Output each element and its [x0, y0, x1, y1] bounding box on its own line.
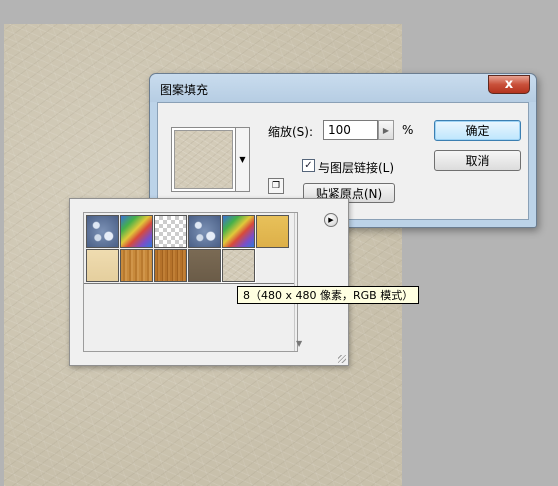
resize-grip-icon[interactable]	[338, 355, 346, 363]
close-icon: x	[504, 77, 514, 92]
pattern-tooltip: 8（480 x 480 像素，RGB 模式）	[237, 286, 420, 304]
scale-unit: %	[402, 123, 414, 137]
pattern-tile-tie-dye[interactable]	[222, 215, 255, 248]
scale-label: 缩放(S):	[268, 125, 314, 139]
checkmark-icon: ✓	[304, 160, 313, 171]
pattern-grid	[83, 212, 298, 352]
pattern-dropdown-button[interactable]: ▼	[236, 127, 250, 192]
close-button[interactable]: x	[488, 75, 530, 94]
caret-right-icon: ▶	[382, 125, 390, 135]
pattern-preview-swatch	[174, 130, 233, 189]
scale-input[interactable]	[323, 120, 378, 140]
pattern-tile-cream[interactable]	[86, 249, 119, 282]
link-with-layer-label[interactable]: 与图层链接(L)	[318, 159, 394, 176]
menu-arrow-icon: ▶	[328, 216, 334, 224]
caret-down-icon: ▼	[239, 155, 246, 164]
pattern-tile-tie-dye[interactable]	[120, 215, 153, 248]
link-with-layer-checkbox[interactable]: ✓	[302, 159, 315, 172]
pattern-tile-yellow[interactable]	[256, 215, 289, 248]
pattern-tile-brown[interactable]	[188, 249, 221, 282]
dialog-title: 图案填充	[160, 83, 209, 97]
pattern-tile-bubbles[interactable]	[188, 215, 221, 248]
picker-scrollbar[interactable]	[294, 213, 297, 351]
scroll-down-icon[interactable]: ▼	[296, 339, 302, 348]
dialog-titlebar[interactable]: 图案填充 x	[150, 74, 536, 102]
picker-menu-button[interactable]: ▶	[324, 213, 338, 227]
new-preset-icon: ❐	[271, 181, 281, 191]
pattern-tile-paper[interactable]	[221, 248, 256, 283]
new-preset-button[interactable]: ❐	[268, 178, 284, 194]
grid-divider	[84, 283, 294, 284]
scale-slider-button[interactable]: ▶	[378, 120, 394, 140]
pattern-tile-wood-dark[interactable]	[154, 249, 187, 282]
pattern-picker-popup: ▼ ▶	[69, 198, 349, 366]
ok-button[interactable]: 确定	[434, 120, 521, 141]
pattern-tile-wood-light[interactable]	[120, 249, 153, 282]
pattern-tile-bubbles[interactable]	[86, 215, 119, 248]
pattern-preview[interactable]	[171, 127, 236, 192]
pattern-tile-transparent[interactable]	[154, 215, 187, 248]
cancel-button[interactable]: 取消	[434, 150, 521, 171]
